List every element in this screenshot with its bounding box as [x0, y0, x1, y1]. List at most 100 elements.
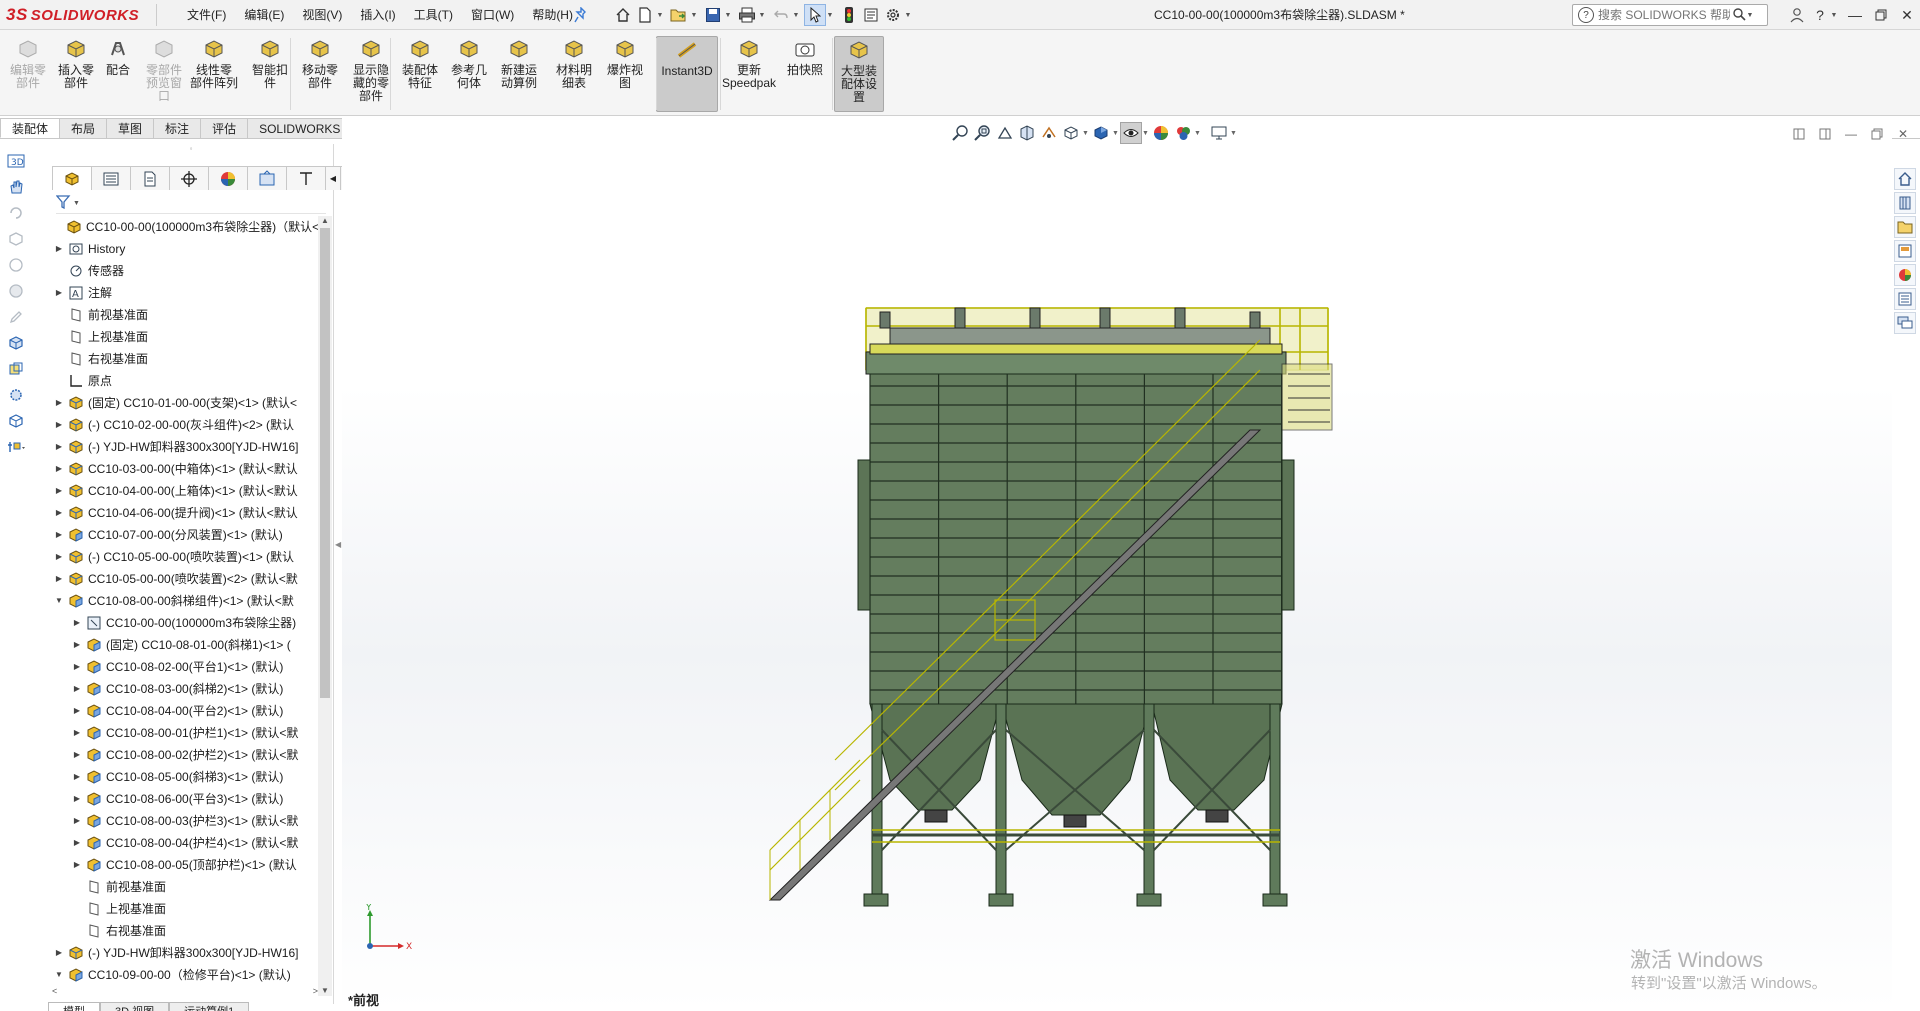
command-mate[interactable]: 配合 — [98, 36, 138, 112]
solidworks-resources-icon[interactable] — [1894, 168, 1916, 190]
command-show-hidden[interactable]: 显示隐 藏的零 部件 — [348, 36, 394, 112]
panel-grip[interactable]: ◦ — [184, 144, 198, 153]
tree-item[interactable]: ▶ CC10-08-06-00(平台3)<1> (默认) — [48, 788, 318, 810]
new-dropdown-icon[interactable]: ▼ — [656, 4, 664, 26]
menu-item[interactable]: 编辑(E) — [235, 0, 293, 30]
propertymanager-tab-icon[interactable] — [91, 166, 131, 190]
tree-item[interactable]: ▶ (-) CC10-05-00-00(喷吹装置)<1> (默认 — [48, 546, 318, 568]
solidworks-logo[interactable]: 3S SOLIDWORKS — [6, 4, 158, 26]
open-dropdown-icon[interactable]: ▼ — [690, 4, 698, 26]
tree-item[interactable]: ▶ CC10-03-00-00(中箱体)<1> (默认<默认 — [48, 458, 318, 480]
minimize-icon[interactable]: — — [1842, 0, 1868, 30]
tree-item[interactable]: ▶ CC10-05-00-00(喷吹装置)<2> (默认<默 — [48, 568, 318, 590]
view-orientation-icon[interactable] — [1060, 122, 1082, 144]
expand-arrow-icon[interactable]: ▶ — [54, 414, 64, 436]
command-assembly-feature[interactable]: 装配体 特征 — [398, 36, 442, 112]
tree-item[interactable]: ▶ (固定) CC10-08-01-00(斜梯1)<1> ( — [48, 634, 318, 656]
tree-item[interactable]: ▼ CC10-09-00-00（检修平台)<1> (默认) — [48, 964, 318, 986]
command-instant3d[interactable]: Instant3D — [656, 36, 718, 112]
save-dropdown-icon[interactable]: ▼ — [724, 4, 732, 26]
tree-item[interactable]: ▶ CC10-08-00-02(护栏2)<1> (默认<默 — [48, 744, 318, 766]
scroll-right-icon[interactable]: > — [313, 986, 318, 998]
collapse-arrow-icon[interactable]: ▼ — [54, 590, 64, 612]
expand-arrow-icon[interactable]: ▶ — [54, 502, 64, 524]
tile-right-icon[interactable] — [1812, 124, 1838, 144]
zoom-to-fit-icon[interactable] — [950, 122, 972, 144]
command-large-assembly[interactable]: 大型装 配体设 置 — [834, 36, 884, 112]
tab-1[interactable]: 布局 — [59, 118, 108, 138]
tree-item[interactable]: ▶ CC10-08-00-05(顶部护栏)<1> (默认 — [48, 854, 318, 876]
zoom-to-area-icon[interactable] — [972, 122, 994, 144]
scroll-down-icon[interactable]: ▼ — [320, 986, 330, 996]
menu-item[interactable]: 视图(V) — [293, 0, 351, 30]
command-bom[interactable]: 材料明 细表 — [552, 36, 596, 112]
tree-item[interactable]: ▶ CC10-07-00-00(分风装置)<1> (默认) — [48, 524, 318, 546]
expand-arrow-icon[interactable]: ▶ — [54, 480, 64, 502]
tree-item[interactable]: 原点 — [48, 370, 318, 392]
tree-item[interactable]: ▶ (固定) CC10-01-00-00(支架)<1> (默认< — [48, 392, 318, 414]
expand-arrow-icon[interactable]: ▶ — [54, 392, 64, 414]
tree-item[interactable]: ▶ CC10-08-05-00(斜梯3)<1> (默认) — [48, 766, 318, 788]
command-edit-component[interactable]: 编辑零 部件 — [6, 36, 50, 112]
command-linear-pattern[interactable]: 线性零 部件阵列 — [186, 36, 242, 112]
expand-arrow-icon[interactable]: ▶ — [72, 788, 82, 810]
undo-icon[interactable] — [770, 4, 792, 26]
command-move-component[interactable]: 移动零 部件 — [298, 36, 342, 112]
expand-arrow-icon[interactable]: ▶ — [54, 942, 64, 964]
command-reference-geometry[interactable]: 参考几 何体 — [446, 36, 492, 112]
tree-item[interactable]: ▶ CC10-04-06-00(提升阀)<1> (默认<默认 — [48, 502, 318, 524]
menu-item[interactable]: 窗口(W) — [462, 0, 523, 30]
tree-item[interactable]: 上视基准面 — [48, 898, 318, 920]
rotate-icon[interactable] — [4, 202, 28, 224]
command-speedpak[interactable]: 更新 Speedpak — [720, 36, 778, 112]
part-box-icon[interactable] — [4, 332, 28, 354]
section-view-tool-icon[interactable] — [1016, 122, 1038, 144]
viewport-close-icon[interactable]: ✕ — [1890, 124, 1916, 144]
expand-arrow-icon[interactable]: ▶ — [72, 722, 82, 744]
tab-4[interactable]: 评估 — [200, 118, 249, 138]
tab-0[interactable]: 装配体 — [0, 118, 61, 138]
save-icon[interactable] — [702, 4, 724, 26]
hide-show-dropdown-icon[interactable]: ▼ — [1142, 130, 1150, 137]
help-icon[interactable]: ? — [1810, 0, 1830, 30]
expand-arrow-icon[interactable]: ▶ — [54, 524, 64, 546]
help-search-input[interactable] — [1598, 8, 1730, 22]
tabs-scroll-left-icon[interactable]: ◀ — [325, 166, 341, 190]
tree-item[interactable]: ▶ A 注解 — [48, 282, 318, 304]
undo-dropdown-icon[interactable]: ▼ — [792, 4, 800, 26]
config-gear-icon[interactable] — [4, 384, 28, 406]
tree-item[interactable]: 前视基准面 — [48, 876, 318, 898]
view-settings-dropdown-icon[interactable]: ▼ — [1230, 130, 1238, 137]
tree-item[interactable]: ▶ CC10-04-00-00(上箱体)<1> (默认<默认 — [48, 480, 318, 502]
expand-arrow-icon[interactable]: ▶ — [72, 700, 82, 722]
apply-scene-dropdown-icon[interactable]: ▼ — [1194, 130, 1202, 137]
dimxpert-tab-icon[interactable] — [169, 166, 209, 190]
traffic-light-icon[interactable] — [838, 4, 860, 26]
filter-funnel-icon[interactable] — [55, 195, 72, 212]
display-manager-tab-icon[interactable] — [208, 166, 248, 190]
appearance-sphere-icon[interactable] — [4, 254, 28, 276]
help-search-box[interactable]: ? ▼ — [1572, 4, 1768, 26]
section-view-icon[interactable] — [4, 228, 28, 250]
hide-show-items-icon[interactable] — [1120, 122, 1142, 144]
expand-arrow-icon[interactable]: ▶ — [72, 854, 82, 876]
expand-arrow-icon[interactable]: ▶ — [54, 282, 64, 304]
custom-properties-icon[interactable] — [1894, 288, 1916, 310]
display-options-icon[interactable] — [4, 436, 28, 458]
tree-vertical-scrollbar[interactable]: ▲ ▼ — [318, 216, 332, 996]
pin-menu-icon[interactable] — [574, 6, 588, 23]
sketch-pencil-icon[interactable] — [4, 306, 28, 328]
tab-2[interactable]: 草图 — [106, 118, 155, 138]
previous-view-icon[interactable] — [994, 122, 1016, 144]
3d-view-icon[interactable]: 3D — [4, 150, 28, 172]
tree-item[interactable]: 前视基准面 — [48, 304, 318, 326]
cam-tab-icon[interactable] — [247, 166, 287, 190]
viewport-restore-icon[interactable] — [1864, 124, 1890, 144]
expand-arrow-icon[interactable]: ▶ — [54, 546, 64, 568]
expand-arrow-icon[interactable]: ▶ — [54, 568, 64, 590]
tree-root-assembly[interactable]: CC10-00-00(100000m3布袋除尘器)（默认< — [48, 216, 318, 238]
tree-item[interactable]: ▶ CC10-08-03-00(斜梯2)<1> (默认) — [48, 678, 318, 700]
tree-item[interactable]: ▶ CC10-08-00-01(护栏1)<1> (默认<默 — [48, 722, 318, 744]
viewport-minimize-icon[interactable]: — — [1838, 124, 1864, 144]
home-icon[interactable] — [612, 4, 634, 26]
